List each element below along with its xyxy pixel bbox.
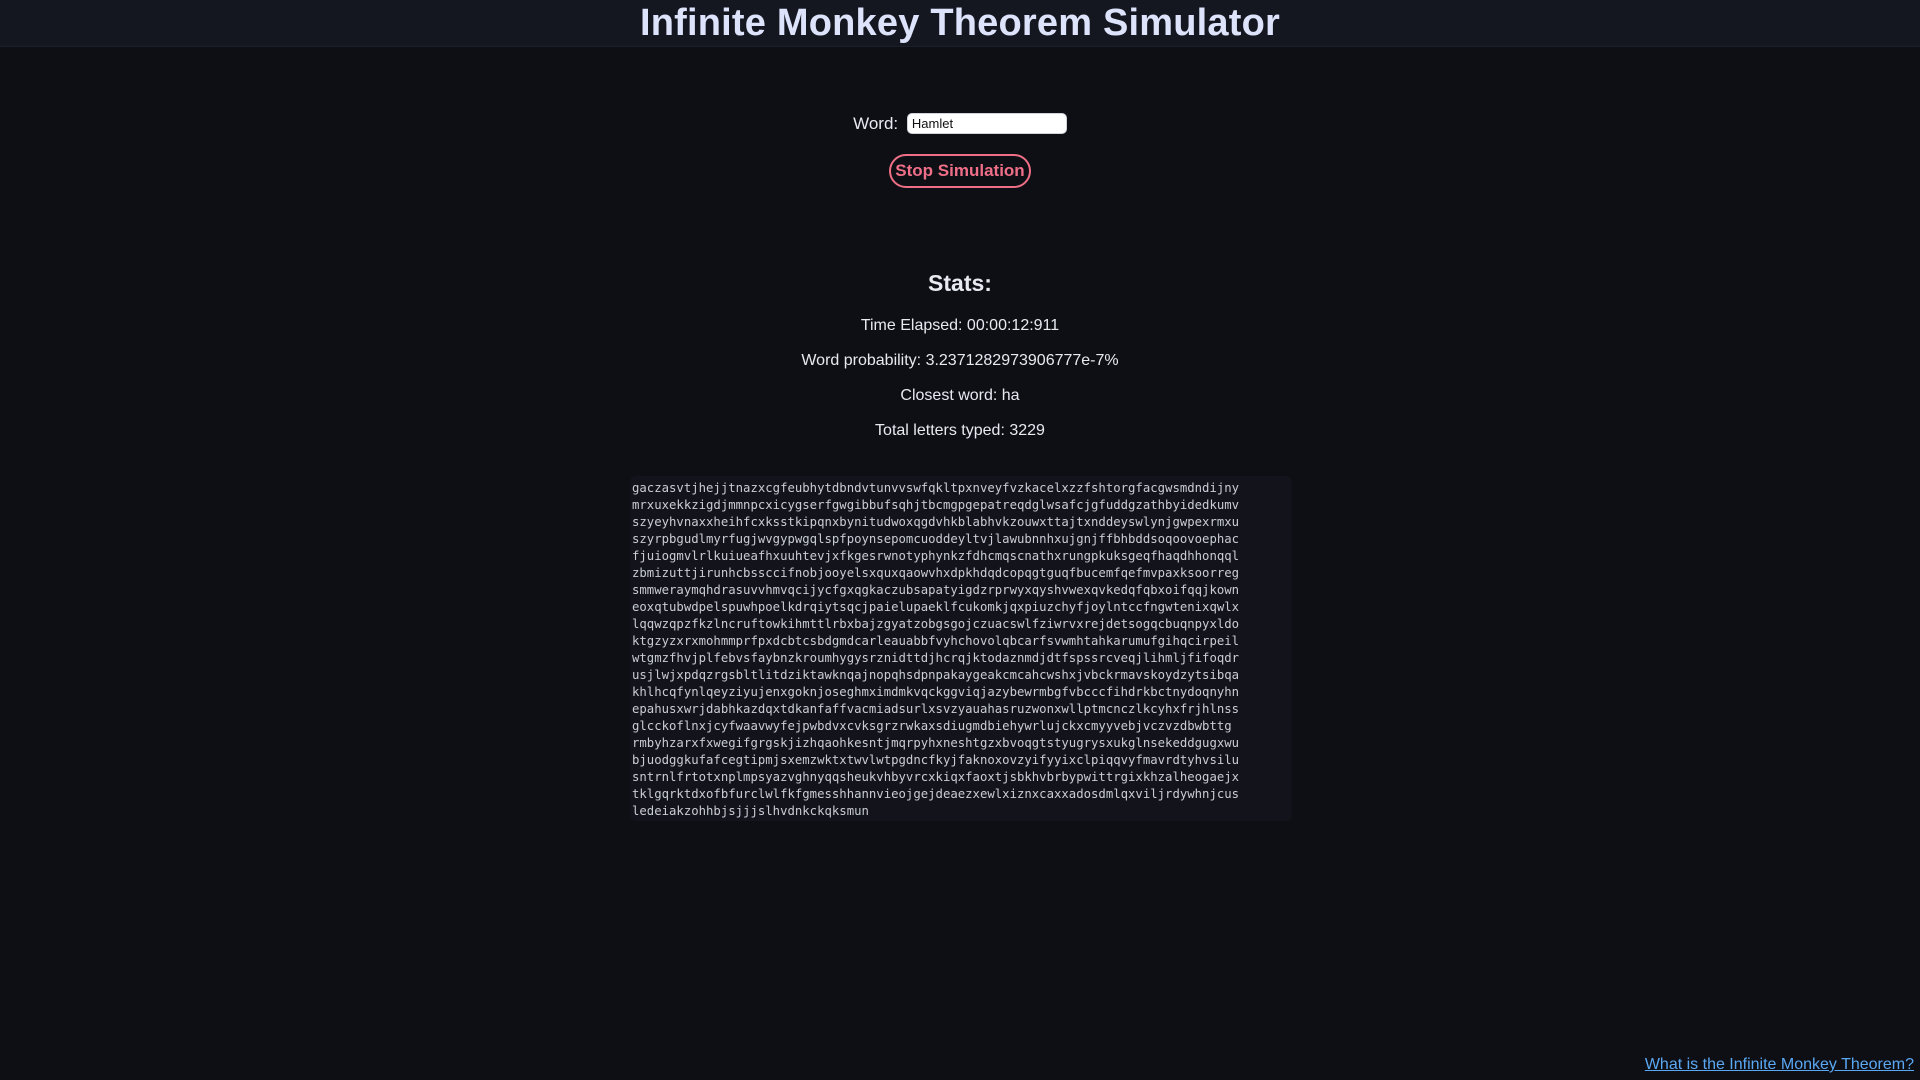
page-title: Infinite Monkey Theorem Simulator <box>639 2 1281 44</box>
typed-output-line: eoxqtubwdpelspuwhpoelkdrqiytsqcjpaielupa… <box>632 600 1240 614</box>
typed-output-line: epahusxwrjdabhkazdqxtdkanfaffvacmiadsurl… <box>632 702 1240 716</box>
closest-word-stat: Closest word: ha <box>900 387 1020 404</box>
typed-output-line: smmweraymqhdrasuvvhmvqcijycfgxqgkaczubsa… <box>632 583 1240 597</box>
typed-output-line: zbmizuttjirunhcbssccifnobjooyelsxquxqaow… <box>632 566 1240 580</box>
word-input[interactable] <box>906 113 1067 135</box>
typed-output-line: tklgqrktdxofbfurclwlfkfgmesshhannvieojge… <box>632 787 1240 801</box>
word-input-row: Word: <box>0 113 1920 135</box>
typed-output-line: mrxuxekkzigdjmmnpcxicygserfgwgibbufsqhjt… <box>632 498 1240 512</box>
stop-simulation-button[interactable]: Stop Simulation <box>889 154 1031 188</box>
word-probability-stat: Word probability: 3.2371282973906777e-7% <box>801 352 1119 369</box>
page-header: Infinite Monkey Theorem Simulator <box>0 0 1920 47</box>
typed-output-line: bjuodggkufafcegtipmjsxemzwktxtwvlwtpgdnc… <box>632 753 1240 767</box>
stats-heading: Stats: <box>928 270 992 296</box>
what-is-theorem-link[interactable]: What is the Infinite Monkey Theorem? <box>1645 1056 1914 1074</box>
typed-output-box[interactable]: gaczasvtjhejjtnazxcgfeubhytdbndvtunvvswf… <box>630 476 1292 821</box>
typed-output-line: rmbyhzarxfxwegifgrgskjizhqaohkesntjmqrpy… <box>632 736 1240 750</box>
typed-output-line: glcckoflnxjcyfwaavwyfejpwbdvxcvksgrzrwka… <box>632 719 1232 733</box>
typed-output-line: ledeiakzohhbjsjjjslhvdnkckqksmun <box>632 804 869 818</box>
typed-output-line: gaczasvtjhejjtnazxcgfeubhytdbndvtunvvswf… <box>632 481 1240 495</box>
typed-output-line: szyeyhvnaxxheihfcxksstkipqnxbynitudwoxqg… <box>632 515 1240 529</box>
typed-output-line: wtgmzfhvjplfebvsfaybnzkroumhygysrznidttd… <box>632 651 1240 665</box>
typed-output-text: gaczasvtjhejjtnazxcgfeubhytdbndvtunvvswf… <box>632 480 1292 820</box>
typed-output-line: szyrpbgudlmyrfugjwvgypwgqlspfpoynsepomcu… <box>632 532 1240 546</box>
typed-output-line: lqqwzqpzfkzlncruftowkihmttlrbxbajzgyatzo… <box>632 617 1240 631</box>
time-elapsed-stat: Time Elapsed: 00:00:12:911 <box>860 317 1060 334</box>
typed-output-line: sntrnlfrtotxnplmpsyazvghnyqqsheukvhbyvrc… <box>632 770 1240 784</box>
word-label: Word: <box>853 113 899 133</box>
total-letters-stat: Total letters typed: 3229 <box>875 422 1045 439</box>
typed-output-line: usjlwjxpdqzrgsbltlitdziktawknqajnopqhsdp… <box>632 668 1240 682</box>
typed-output-line: fjuiogmvlrlkuiueafhxuuhtevjxfkgesrwnotyp… <box>632 549 1240 563</box>
typed-output-line: khlhcqfynlqeyziyujenxgoknjoseghmximdmkvq… <box>632 685 1240 699</box>
typed-output-line: ktgzyzxrxmohmmprfpxdcbtcsbdgmdcarleauabb… <box>632 634 1240 648</box>
